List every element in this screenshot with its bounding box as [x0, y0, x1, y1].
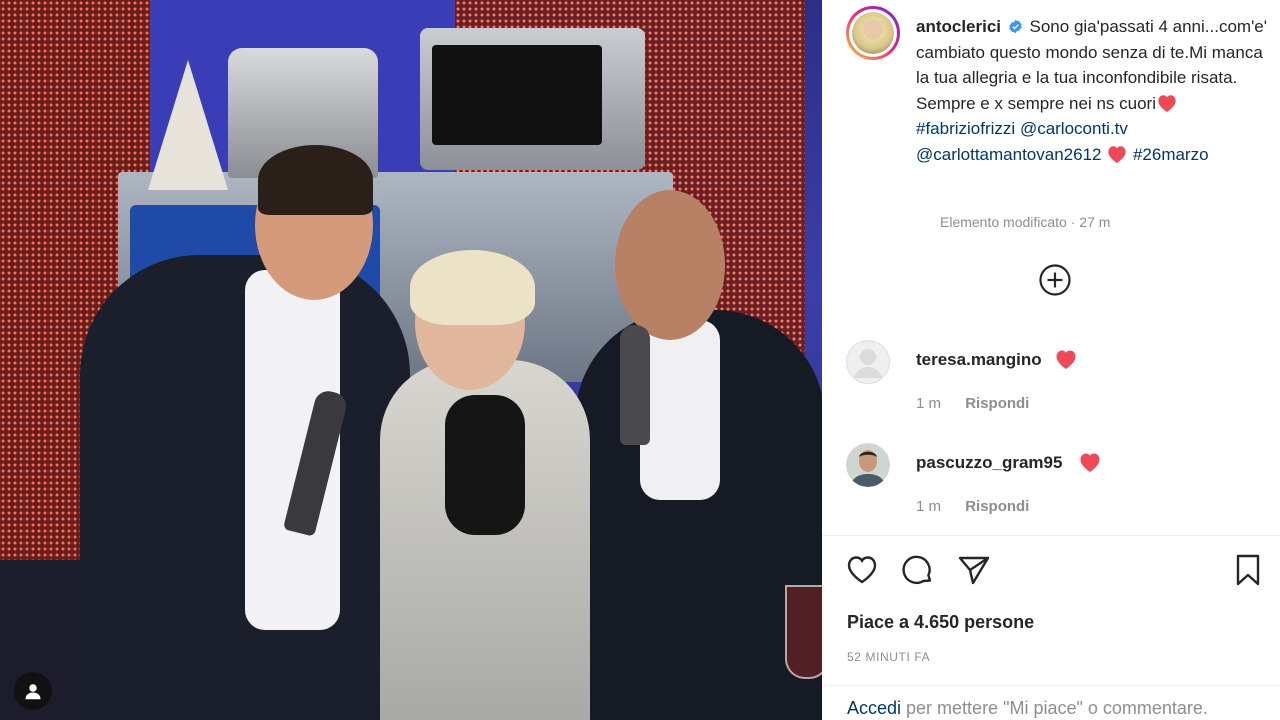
divider	[822, 685, 1280, 686]
login-prompt-text: per mettere "Mi piace" o commentare.	[901, 698, 1208, 718]
comment-item: teresa.mangino 1 m Rispondi	[846, 340, 1266, 420]
red-heart-icon	[1108, 145, 1126, 163]
hashtag-26marzo[interactable]: #26marzo	[1133, 145, 1209, 164]
edited-time: 27 m	[1079, 214, 1111, 230]
comment-time: 1 m	[916, 395, 942, 412]
woman-center-top	[445, 395, 525, 535]
comment-meta: 1 m Rispondi	[916, 498, 1029, 515]
woman-center-hair	[410, 250, 535, 325]
mention-carlottamantovan[interactable]: @carlottamantovan2612	[916, 145, 1101, 164]
man-right-face	[615, 190, 725, 340]
author-avatar-photo	[852, 12, 894, 54]
post-side-panel: antoclerici Sono gia'passati 4 anni...co…	[822, 0, 1280, 720]
red-heart-icon	[1056, 350, 1076, 369]
wine-glass	[785, 585, 822, 679]
bookmark-icon[interactable]	[1230, 552, 1266, 588]
paper-plane-icon[interactable]	[956, 552, 992, 588]
edited-label: Elemento modificato	[940, 214, 1067, 230]
reply-button[interactable]: Rispondi	[965, 395, 1029, 412]
reply-button[interactable]: Rispondi	[965, 498, 1029, 515]
comment-bubble-icon[interactable]	[900, 552, 936, 588]
comment-meta: 1 m Rispondi	[916, 395, 1029, 412]
user-photo[interactable]	[846, 443, 890, 487]
post-caption: antoclerici Sono gia'passati 4 anni...co…	[916, 14, 1271, 167]
default-avatar-icon[interactable]	[846, 340, 890, 384]
hashtag-fabriziofrizzi[interactable]: #fabriziofrizzi	[916, 119, 1015, 138]
author-avatar[interactable]	[846, 6, 900, 60]
heart-outline-icon[interactable]	[844, 552, 880, 588]
christmas-tree-decor	[148, 60, 228, 190]
red-heart-icon	[1080, 453, 1100, 472]
post-actions	[844, 552, 1264, 588]
man-left-hair	[258, 145, 373, 215]
man-right-shirt	[640, 320, 720, 500]
post-time-ago: 52 minuti fa	[847, 650, 931, 664]
comment-username[interactable]: pascuzzo_gram95	[916, 453, 1062, 473]
red-heart-icon	[1158, 94, 1176, 112]
post-photo[interactable]	[0, 0, 822, 720]
verified-badge-icon	[1009, 19, 1022, 34]
comment-time: 1 m	[916, 498, 942, 515]
user-silhouette-icon	[25, 684, 41, 700]
oven-window	[432, 45, 602, 145]
author-username[interactable]: antoclerici	[916, 17, 1001, 36]
tagged-users-button[interactable]	[14, 672, 52, 710]
plus-circle-icon[interactable]	[1038, 263, 1072, 297]
microphone-right	[620, 325, 650, 445]
divider	[822, 535, 1280, 536]
comment-item: pascuzzo_gram95 1 m Rispondi	[846, 443, 1266, 523]
login-link[interactable]: Accedi	[847, 698, 901, 718]
mention-carloconti[interactable]: @carloconti.tv	[1020, 119, 1128, 138]
comment-username[interactable]: teresa.mangino	[916, 350, 1042, 370]
likes-count[interactable]: Piace a 4.650 persone	[847, 612, 1034, 633]
edited-meta: Elemento modificato · 27 m	[940, 214, 1111, 230]
login-prompt: Accedi per mettere "Mi piace" o commenta…	[847, 698, 1208, 719]
